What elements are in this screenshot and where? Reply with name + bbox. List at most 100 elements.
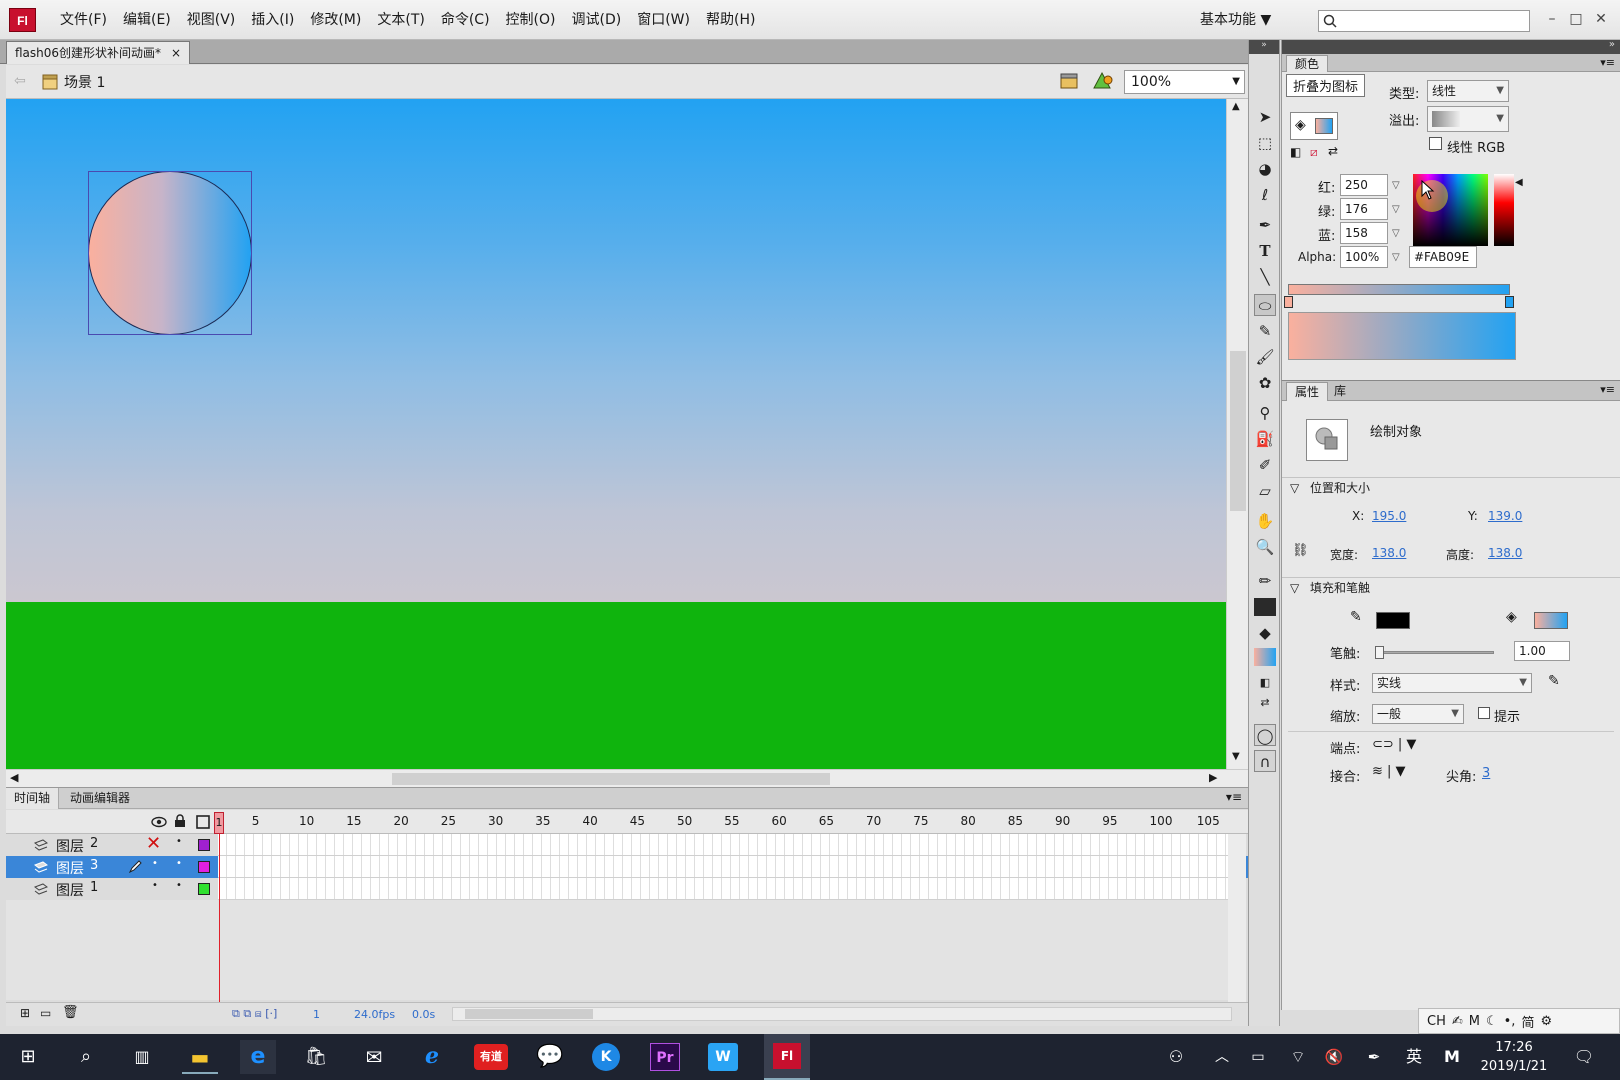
- stroke-slider-thumb[interactable]: [1375, 646, 1384, 659]
- frame-cells[interactable]: [218, 834, 1228, 856]
- cap-style-dropdown[interactable]: ⊂⊃ | ▼: [1372, 737, 1416, 752]
- zoom-select[interactable]: 100% ▼: [1124, 70, 1245, 94]
- position-size-section[interactable]: ▽ 位置和大小: [1282, 477, 1620, 497]
- lock-dot-icon[interactable]: •: [176, 858, 182, 869]
- current-frame[interactable]: 1: [313, 1008, 320, 1021]
- lock-dot-icon[interactable]: •: [176, 836, 182, 847]
- fill-color-icon[interactable]: ◆: [1254, 622, 1276, 644]
- wifi-icon[interactable]: ⌔: [1280, 1040, 1316, 1074]
- miter-value[interactable]: 3: [1482, 766, 1490, 781]
- ime-note-icon[interactable]: ✍: [1452, 1014, 1463, 1029]
- tab-color[interactable]: 颜色: [1286, 55, 1329, 72]
- swap-colors-icon[interactable]: ⇄: [1328, 144, 1338, 158]
- layer-outline-color[interactable]: [198, 839, 210, 851]
- menu-modify[interactable]: 修改(M): [302, 0, 369, 40]
- red-input[interactable]: 250: [1340, 174, 1388, 196]
- fill-color-swatch[interactable]: [1254, 646, 1276, 668]
- free-transform-tool-icon[interactable]: ⬚: [1254, 132, 1276, 154]
- tab-properties[interactable]: 属性: [1286, 382, 1329, 401]
- link-size-icon[interactable]: ⛓: [1292, 543, 1309, 558]
- playhead[interactable]: 1: [214, 812, 224, 834]
- stroke-slider[interactable]: [1375, 646, 1494, 659]
- fill-color-button[interactable]: ◈: [1290, 112, 1338, 140]
- linear-rgb-checkbox[interactable]: [1429, 137, 1442, 150]
- chevron-down-icon[interactable]: ▽: [1392, 228, 1400, 239]
- close-tab-icon[interactable]: ×: [171, 42, 181, 64]
- notification-icon[interactable]: 🗨: [1566, 1040, 1602, 1074]
- fill-stroke-section[interactable]: ▽ 填充和笔触: [1282, 577, 1620, 597]
- windows-start-icon[interactable]: ⊞: [10, 1040, 46, 1074]
- edge-browser-icon[interactable]: e: [240, 1040, 276, 1074]
- file-explorer-icon[interactable]: ▬: [182, 1040, 218, 1074]
- panel-menu-icon[interactable]: ▾≡: [1226, 790, 1242, 804]
- document-tab[interactable]: flash06创建形状补间动画* ×: [6, 41, 191, 64]
- deco-tool-icon[interactable]: ✿: [1254, 372, 1276, 394]
- hand-tool-icon[interactable]: ✋: [1254, 510, 1276, 532]
- stage-canvas[interactable]: [6, 99, 1226, 769]
- new-folder-icon[interactable]: ▭: [40, 1006, 51, 1020]
- back-arrow-icon[interactable]: ⇦: [14, 73, 26, 89]
- paint-bucket-tool-icon[interactable]: ⛽: [1254, 428, 1276, 450]
- scroll-down-icon[interactable]: ▼: [1232, 751, 1240, 762]
- black-white-icon[interactable]: ◧: [1254, 672, 1276, 694]
- tab-motion-editor[interactable]: 动画编辑器: [62, 788, 138, 809]
- ime-m-icon[interactable]: M: [1434, 1040, 1470, 1074]
- tab-timeline[interactable]: 时间轴: [6, 788, 60, 809]
- timeline-scroll-thumb[interactable]: [465, 1009, 593, 1019]
- menu-control[interactable]: 控制(O): [498, 0, 564, 40]
- no-color-icon[interactable]: ⧄: [1310, 145, 1318, 160]
- stroke-style-select[interactable]: 实线 ▼: [1372, 673, 1532, 693]
- scroll-up-icon[interactable]: ▲: [1232, 101, 1240, 112]
- bone-tool-icon[interactable]: ⚲: [1254, 402, 1276, 424]
- premiere-icon[interactable]: Pr: [650, 1043, 680, 1071]
- menu-file[interactable]: 文件(F): [52, 0, 115, 40]
- stroke-color-swatch[interactable]: [1376, 612, 1410, 629]
- horizontal-scroll-thumb[interactable]: [392, 773, 830, 785]
- menu-commands[interactable]: 命令(C): [433, 0, 498, 40]
- gradient-definition-bar[interactable]: [1288, 284, 1510, 295]
- wechat-icon[interactable]: 💬: [532, 1040, 568, 1074]
- blue-input[interactable]: 158: [1340, 222, 1388, 244]
- hint-checkbox[interactable]: [1478, 707, 1490, 719]
- store-icon[interactable]: 🛍: [298, 1040, 334, 1074]
- scroll-right-icon[interactable]: ▶: [1209, 771, 1217, 784]
- ie-browser-icon[interactable]: ℯ: [414, 1040, 450, 1074]
- stroke-color-icon[interactable]: ✏: [1254, 570, 1276, 592]
- hidden-x-icon[interactable]: ✕: [146, 833, 161, 854]
- menu-text[interactable]: 文本(T): [369, 0, 432, 40]
- edit-stroke-style-icon[interactable]: ✎: [1548, 673, 1560, 689]
- line-tool-icon[interactable]: ╲: [1254, 266, 1276, 288]
- layer-row-selected[interactable]: 图层 3 • •: [6, 856, 1248, 878]
- edit-scene-icon[interactable]: [1060, 72, 1080, 90]
- gradient-stop-right[interactable]: [1505, 296, 1514, 308]
- help-search-input[interactable]: [1318, 10, 1530, 32]
- ime-mode-icon[interactable]: M: [1469, 1014, 1480, 1029]
- flash-taskbar-button[interactable]: Fl: [764, 1034, 810, 1080]
- menu-debug[interactable]: 调试(D): [564, 0, 630, 40]
- vertical-scroll-thumb[interactable]: [1230, 351, 1246, 511]
- pen-ink-icon[interactable]: ✒: [1356, 1040, 1392, 1074]
- maximize-button[interactable]: □: [1565, 8, 1587, 30]
- text-tool-icon[interactable]: T: [1254, 240, 1276, 262]
- x-value[interactable]: 195.0: [1372, 509, 1406, 523]
- task-view-icon[interactable]: ▥: [124, 1040, 160, 1074]
- timeline-horizontal-scrollbar[interactable]: [452, 1007, 1232, 1021]
- eraser-tool-icon[interactable]: ▱: [1254, 480, 1276, 502]
- stage-horizontal-scrollbar[interactable]: ◀ ▶: [6, 769, 1248, 787]
- kugou-icon[interactable]: K: [592, 1043, 620, 1071]
- brush-tool-icon[interactable]: 🖌: [1254, 346, 1276, 368]
- battery-icon[interactable]: ▭: [1240, 1040, 1276, 1074]
- layer-row[interactable]: 图层 2 ✕ •: [6, 833, 1248, 856]
- search-icon[interactable]: ⌕: [68, 1040, 104, 1074]
- hex-input[interactable]: #FAB09E: [1409, 246, 1477, 268]
- panel-menu-icon[interactable]: ▾≡: [1600, 383, 1615, 396]
- input-language[interactable]: 英: [1396, 1040, 1432, 1074]
- timeline-vertical-scrollbar[interactable]: [1228, 834, 1246, 1002]
- height-value[interactable]: 138.0: [1488, 546, 1522, 560]
- green-input[interactable]: 176: [1340, 198, 1388, 220]
- menu-insert[interactable]: 插入(I): [243, 0, 302, 40]
- scene-breadcrumb[interactable]: 场景 1: [42, 72, 105, 92]
- pencil-tool-icon[interactable]: ✎: [1254, 320, 1276, 342]
- ime-punct-icon[interactable]: •,: [1504, 1014, 1516, 1029]
- pen-tool-icon[interactable]: ✒: [1254, 214, 1276, 236]
